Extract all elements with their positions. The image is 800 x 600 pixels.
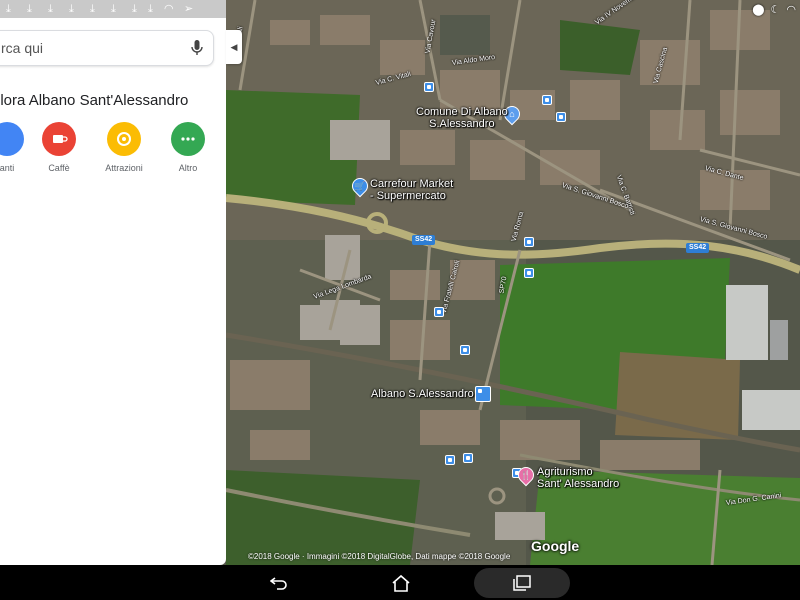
bus-stop-icon[interactable] [556,112,566,122]
search-box[interactable] [0,30,214,66]
download-done-icon: ⤓ [132,3,137,15]
more-icon [171,122,205,156]
bus-stop-icon[interactable] [524,237,534,247]
download-done-icon: ⤓ [69,3,74,15]
notification-area: ⤓ ⤓ ⤓ ⤓ ⤓ ⤓ ⤓ ⤓ ◠ ➢ [0,0,226,18]
road-shield: SS42 [412,235,436,245]
download-done-icon: ⤓ [148,3,153,15]
navigation-icon: ➢ [184,3,194,15]
bus-stop-icon[interactable] [434,307,444,317]
search-input[interactable] [1,31,181,65]
bus-stop-icon[interactable] [463,453,473,463]
category-label: Caffè [48,163,70,173]
explore-panel: plora Albano Sant'Alessandro anti Caffè … [0,18,226,565]
category-cafe[interactable]: Caffè [29,122,89,173]
system-status-icons: ⬤ ☾ ◠ [752,2,796,16]
map-copyright: ©2018 Google · Immagini ©2018 DigitalGlo… [248,552,511,561]
google-logo: Google [531,538,580,554]
download-done-icon: ⤓ [90,3,95,15]
bus-stop-icon[interactable] [460,345,470,355]
back-icon [270,577,287,590]
category-attractions[interactable]: Attrazioni [94,122,154,173]
home-icon [392,574,410,592]
station-label[interactable]: Albano S.Alessandro [371,388,474,400]
chevron-left-icon: ◀ [230,41,238,52]
download-done-icon: ⤓ [6,3,11,15]
bus-stop-icon[interactable] [524,268,534,278]
comune-label[interactable]: Comune Di Albano S.Alessandro [416,106,508,130]
download-done-icon: ⤓ [48,3,53,15]
download-done-icon: ⤓ [27,3,32,15]
microphone-icon[interactable] [191,40,203,56]
recents-icon [513,575,531,591]
category-label: Attrazioni [105,163,143,173]
agriturismo-label[interactable]: Agriturismo Sant' Alessandro [537,466,619,490]
home-button[interactable] [384,569,418,597]
speedometer-icon: ◠ [164,3,174,15]
wifi-icon: ◠ [786,3,796,16]
restaurant-icon [0,122,24,156]
road-shield: SS42 [686,243,710,253]
collapse-panel-button[interactable]: ◀ [226,30,242,64]
download-done-icon: ⤓ [111,3,116,15]
carrefour-label[interactable]: Carrefour Market - Supermercato [370,178,453,202]
bus-stop-icon[interactable] [445,455,455,465]
bus-stop-icon[interactable] [424,82,434,92]
category-more[interactable]: Altro [158,122,218,173]
back-button[interactable] [262,569,296,597]
bus-stop-icon[interactable] [542,95,552,105]
recents-button[interactable] [474,568,570,598]
attractions-icon [107,122,141,156]
train-station-icon[interactable] [475,386,491,402]
system-navigation-bar [0,565,800,600]
do-not-disturb-moon-icon: ☾ [770,3,781,16]
explore-title: plora Albano Sant'Alessandro [0,92,189,109]
location-icon: ⬤ [752,3,765,16]
category-label: Altro [178,163,198,173]
coffee-icon [42,122,76,156]
